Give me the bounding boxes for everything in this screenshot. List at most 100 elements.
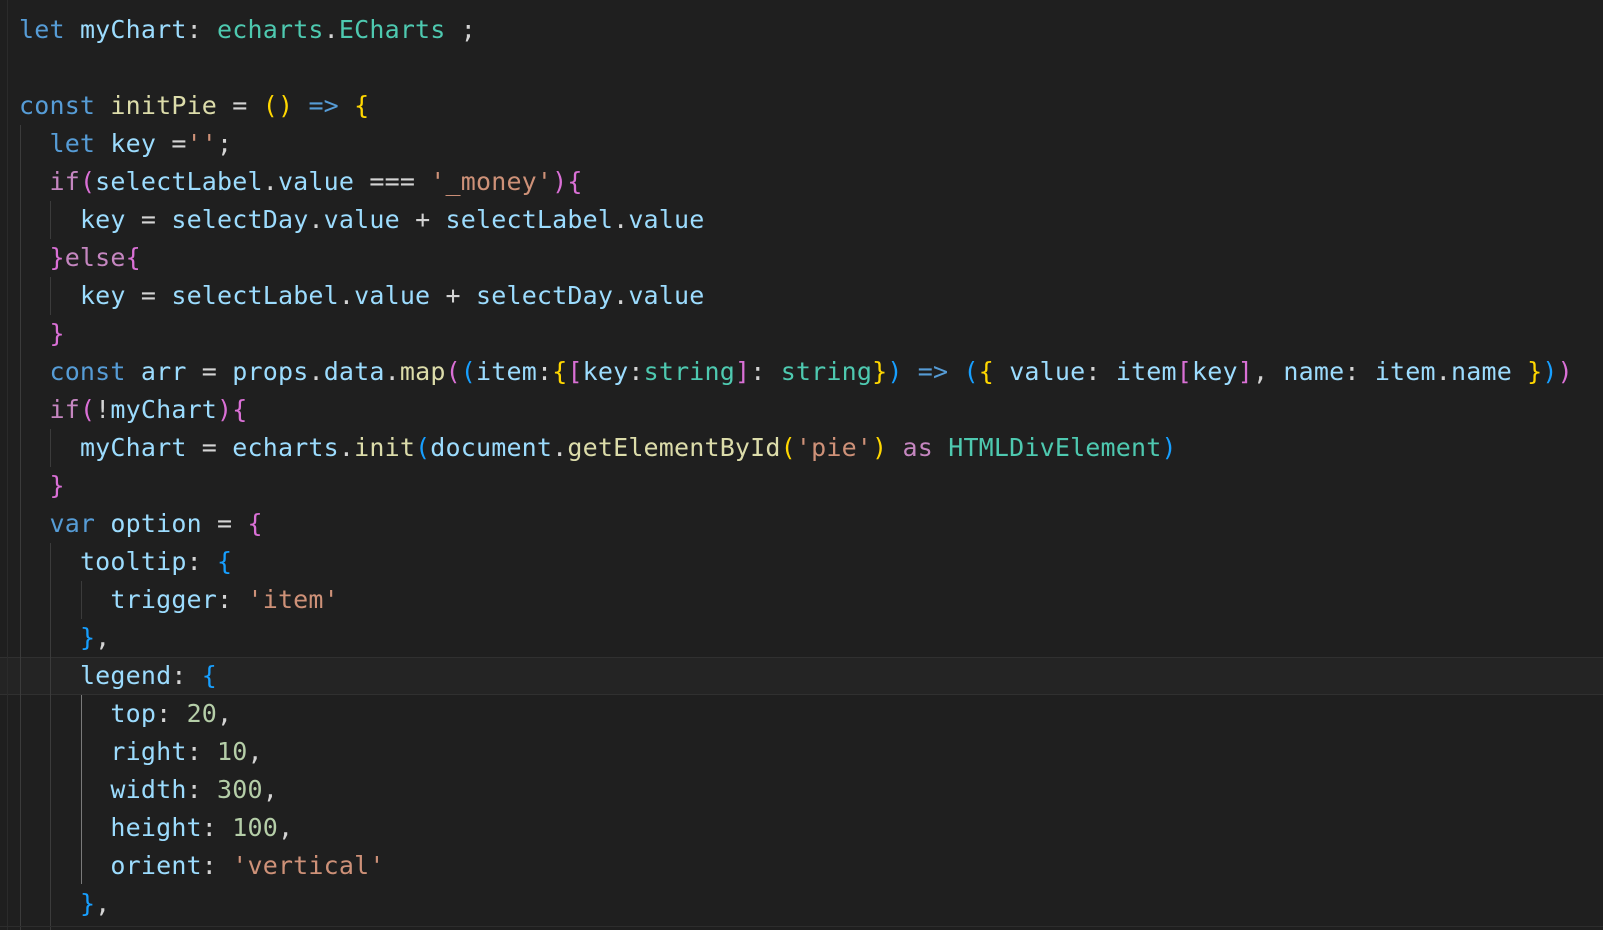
code-token: tooltip [79,547,187,576]
code-token: ( [79,167,96,196]
code-line[interactable]: key = selectDay.value + selectLabel.valu… [0,201,1603,239]
code-token: { [354,91,370,120]
code-token: ) [872,433,888,462]
code-token: ; [217,129,233,158]
code-line[interactable]: let myChart: echarts.ECharts ; [0,11,1603,49]
code-token: option [110,509,202,538]
code-token: item [476,357,537,386]
code-token: ) [1161,433,1177,462]
code-token: 'vertical' [232,851,385,880]
code-token: echarts [217,15,324,44]
code-token: value [354,281,431,310]
code-line[interactable]: } [0,467,1603,505]
code-token: myChart [79,433,187,462]
code-token: string [643,357,735,386]
code-token: ( [963,357,979,386]
code-token: . [338,433,355,462]
code-token: : [201,851,233,880]
code-line[interactable]: }, [0,619,1603,657]
code-line[interactable]: top: 20, [0,695,1603,733]
code-token: const [19,91,96,120]
code-token: selectDay [171,205,309,234]
code-token: : [628,357,644,386]
code-token: let [19,15,65,44]
code-line[interactable]: var option = { [0,505,1603,543]
code-token: var [49,509,96,538]
code-line[interactable]: if(selectLabel.value === '_money'){ [0,163,1603,201]
code-token: '_money' [430,167,553,196]
code-token: as [902,433,933,462]
code-token: init [354,433,416,462]
code-line-active[interactable]: legend: { [0,657,1603,695]
code-lines: let myChart: echarts.ECharts ; const init… [0,11,1603,923]
code-token: data [323,357,385,386]
code-line[interactable] [0,49,1603,87]
code-token: : [186,737,218,766]
code-token: ( [415,433,431,462]
code-editor[interactable]: let myChart: echarts.ECharts ; const init… [0,0,1603,930]
code-token: = [186,357,233,386]
code-line[interactable]: tooltip: { [0,543,1603,581]
code-token: . [613,281,629,310]
code-token: arr [140,357,187,386]
code-token: selectLabel [95,167,263,196]
code-token: 'item' [247,585,339,614]
code-token: { [201,661,218,690]
code-token: , [277,813,294,842]
code-line[interactable]: const initPie = () => { [0,87,1603,125]
code-token: selectLabel [171,281,339,310]
code-token: , [262,775,278,804]
code-token: myChart [110,395,218,424]
code-line[interactable]: } [0,315,1603,353]
code-token: key [79,281,126,310]
code-line[interactable]: width: 300, [0,771,1603,809]
code-token: ( [79,395,96,424]
code-token: ( [780,433,796,462]
code-token: . [308,205,324,234]
code-token: = [186,433,233,462]
code-line[interactable]: height: 100, [0,809,1603,847]
code-line[interactable]: trigger: 'item' [0,581,1603,619]
code-token: document [430,433,553,462]
code-line[interactable]: }, [0,885,1603,923]
code-token: [ [1176,357,1193,386]
code-token: ( [262,91,278,120]
code-line[interactable]: }else{ [0,239,1603,277]
code-line[interactable]: if(!myChart){ [0,391,1603,429]
code-token: : [217,585,248,614]
code-token: } [49,471,65,500]
code-token: getElementById [567,433,781,462]
code-token: : [536,357,553,386]
code-token: : [156,699,187,728]
code-line[interactable]: right: 10, [0,733,1603,771]
code-token: } [49,243,65,272]
code-token: { [125,243,141,272]
code-token: initPie [110,91,218,120]
code-token: . [323,15,339,44]
code-line[interactable]: key = selectLabel.value + selectDay.valu… [0,277,1603,315]
code-line[interactable]: let key =''; [0,125,1603,163]
code-token: { [232,395,248,424]
code-token: else [64,243,126,272]
code-line[interactable]: orient: 'vertical' [0,847,1603,885]
code-token: { [552,357,568,386]
code-token: { [247,509,263,538]
code-line[interactable]: const arr = props.data.map((item:{[key:s… [0,353,1603,391]
code-token: let [49,129,96,158]
code-token: } [79,889,96,918]
code-line[interactable]: myChart = echarts.init(document.getEleme… [0,429,1603,467]
code-token: . [613,205,629,234]
code-token: ) [552,167,568,196]
